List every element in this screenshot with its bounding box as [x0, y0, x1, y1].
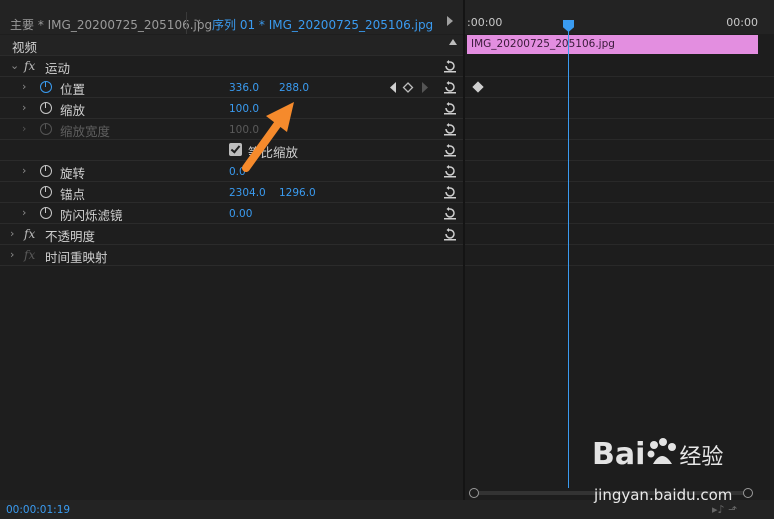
stopwatch-icon[interactable]: [40, 165, 52, 177]
anchor-y-value[interactable]: 1296.0: [279, 187, 316, 199]
stopwatch-icon[interactable]: [40, 186, 52, 198]
timeline-row-line: [465, 139, 774, 140]
chevron-right-icon[interactable]: ›: [10, 248, 14, 261]
anti-flicker-value[interactable]: 0.00: [229, 208, 252, 220]
current-timecode[interactable]: 00:00:01:19: [6, 504, 70, 516]
position-y-value[interactable]: 288.0: [279, 82, 309, 94]
reset-icon[interactable]: [443, 80, 457, 94]
property-anti-flicker-label: 防闪烁滤镜: [60, 208, 123, 223]
timeline-row-line: [465, 160, 774, 161]
time-ruler[interactable]: :00:00 00:00: [465, 0, 774, 34]
fx-icon[interactable]: fx: [24, 59, 35, 73]
reset-icon[interactable]: [443, 143, 457, 157]
tab-divider: [186, 12, 187, 34]
fx-icon[interactable]: fx: [24, 227, 35, 241]
chevron-right-icon[interactable]: ›: [22, 164, 26, 177]
export-frame-icon[interactable]: ▸♪ ⬏: [712, 503, 737, 516]
tab-source[interactable]: 主要 * IMG_20200725_205106.jpg: [10, 16, 212, 33]
reset-icon[interactable]: [443, 164, 457, 178]
effect-time-remap[interactable]: › fx 时间重映射: [0, 245, 463, 266]
timeline-row-line: [465, 244, 774, 245]
ruler-end-time: 00:00: [726, 16, 758, 29]
scrollbar-right-handle[interactable]: [743, 488, 753, 498]
section-video-label: 视频: [12, 40, 38, 55]
chevron-right-icon: ›: [22, 122, 27, 135]
play-triangle-icon[interactable]: [447, 16, 453, 26]
property-scale-width-label: 缩放宽度: [60, 124, 111, 139]
logo-text: Bai: [592, 437, 646, 472]
timeline-row-line: [465, 202, 774, 203]
effect-opacity-label: 不透明度: [45, 229, 96, 244]
property-scale-label: 缩放: [60, 103, 86, 118]
chevron-right-icon[interactable]: ›: [22, 80, 26, 93]
effect-motion[interactable]: ⌄ fx 运动: [0, 56, 463, 77]
ruler-start-time: :00:00: [467, 16, 503, 29]
reset-icon[interactable]: [443, 185, 457, 199]
chevron-down-icon[interactable]: ⌄: [10, 59, 19, 72]
scrollbar-left-handle[interactable]: [469, 488, 479, 498]
fx-icon: fx: [24, 248, 36, 262]
property-rotation-label: 旋转: [60, 166, 86, 181]
timeline-clip[interactable]: IMG_20200725_205106.jpg: [467, 35, 758, 54]
annotation-arrow: [242, 102, 294, 172]
position-x-value[interactable]: 336.0: [229, 82, 259, 94]
reset-icon[interactable]: [443, 206, 457, 220]
stopwatch-icon: [40, 123, 52, 135]
chevron-right-icon[interactable]: ›: [22, 101, 26, 114]
property-anchor-point[interactable]: 锚点 2304.0 1296.0: [0, 182, 463, 203]
baidu-jingyan-logo: Bai 经验: [592, 436, 723, 472]
watermark-url: jingyan.baidu.com: [594, 486, 733, 504]
logo-suffix: 经验: [679, 445, 724, 470]
section-video: 视频: [0, 35, 463, 56]
timeline-row-line: [465, 265, 774, 266]
keyframe-navigator[interactable]: [389, 82, 434, 93]
reset-icon[interactable]: [443, 227, 457, 241]
timeline-row-line: [465, 223, 774, 224]
stopwatch-icon[interactable]: [40, 207, 52, 219]
property-position-label: 位置: [60, 82, 86, 97]
reset-icon[interactable]: [443, 122, 457, 136]
stopwatch-icon[interactable]: [40, 102, 52, 114]
chevron-right-icon[interactable]: ›: [10, 227, 14, 240]
reset-icon[interactable]: [443, 59, 457, 73]
paw-icon: [645, 436, 679, 470]
property-anti-flicker[interactable]: › 防闪烁滤镜 0.00: [0, 203, 463, 224]
effect-time-remap-label: 时间重映射: [45, 250, 108, 265]
property-anchor-label: 锚点: [60, 187, 86, 202]
stopwatch-icon[interactable]: [40, 81, 52, 93]
tab-sequence[interactable]: 序列 01 * IMG_20200725_205106.jpg: [212, 16, 433, 33]
chevron-down-icon[interactable]: ⌄: [194, 14, 202, 25]
effect-opacity[interactable]: › fx 不透明度: [0, 224, 463, 245]
timeline-area[interactable]: [465, 34, 774, 500]
reset-icon[interactable]: [443, 101, 457, 115]
effect-motion-label: 运动: [45, 61, 71, 76]
timeline-row-line: [465, 76, 774, 77]
chevron-right-icon[interactable]: ›: [22, 206, 26, 219]
property-position[interactable]: › 位置 336.0 288.0: [0, 77, 463, 98]
collapse-up-icon[interactable]: [449, 39, 457, 45]
playhead-line[interactable]: [568, 28, 569, 488]
anchor-x-value[interactable]: 2304.0: [229, 187, 266, 199]
timeline-row-line: [465, 97, 774, 98]
timeline-row-line: [465, 181, 774, 182]
timeline-row-line: [465, 118, 774, 119]
